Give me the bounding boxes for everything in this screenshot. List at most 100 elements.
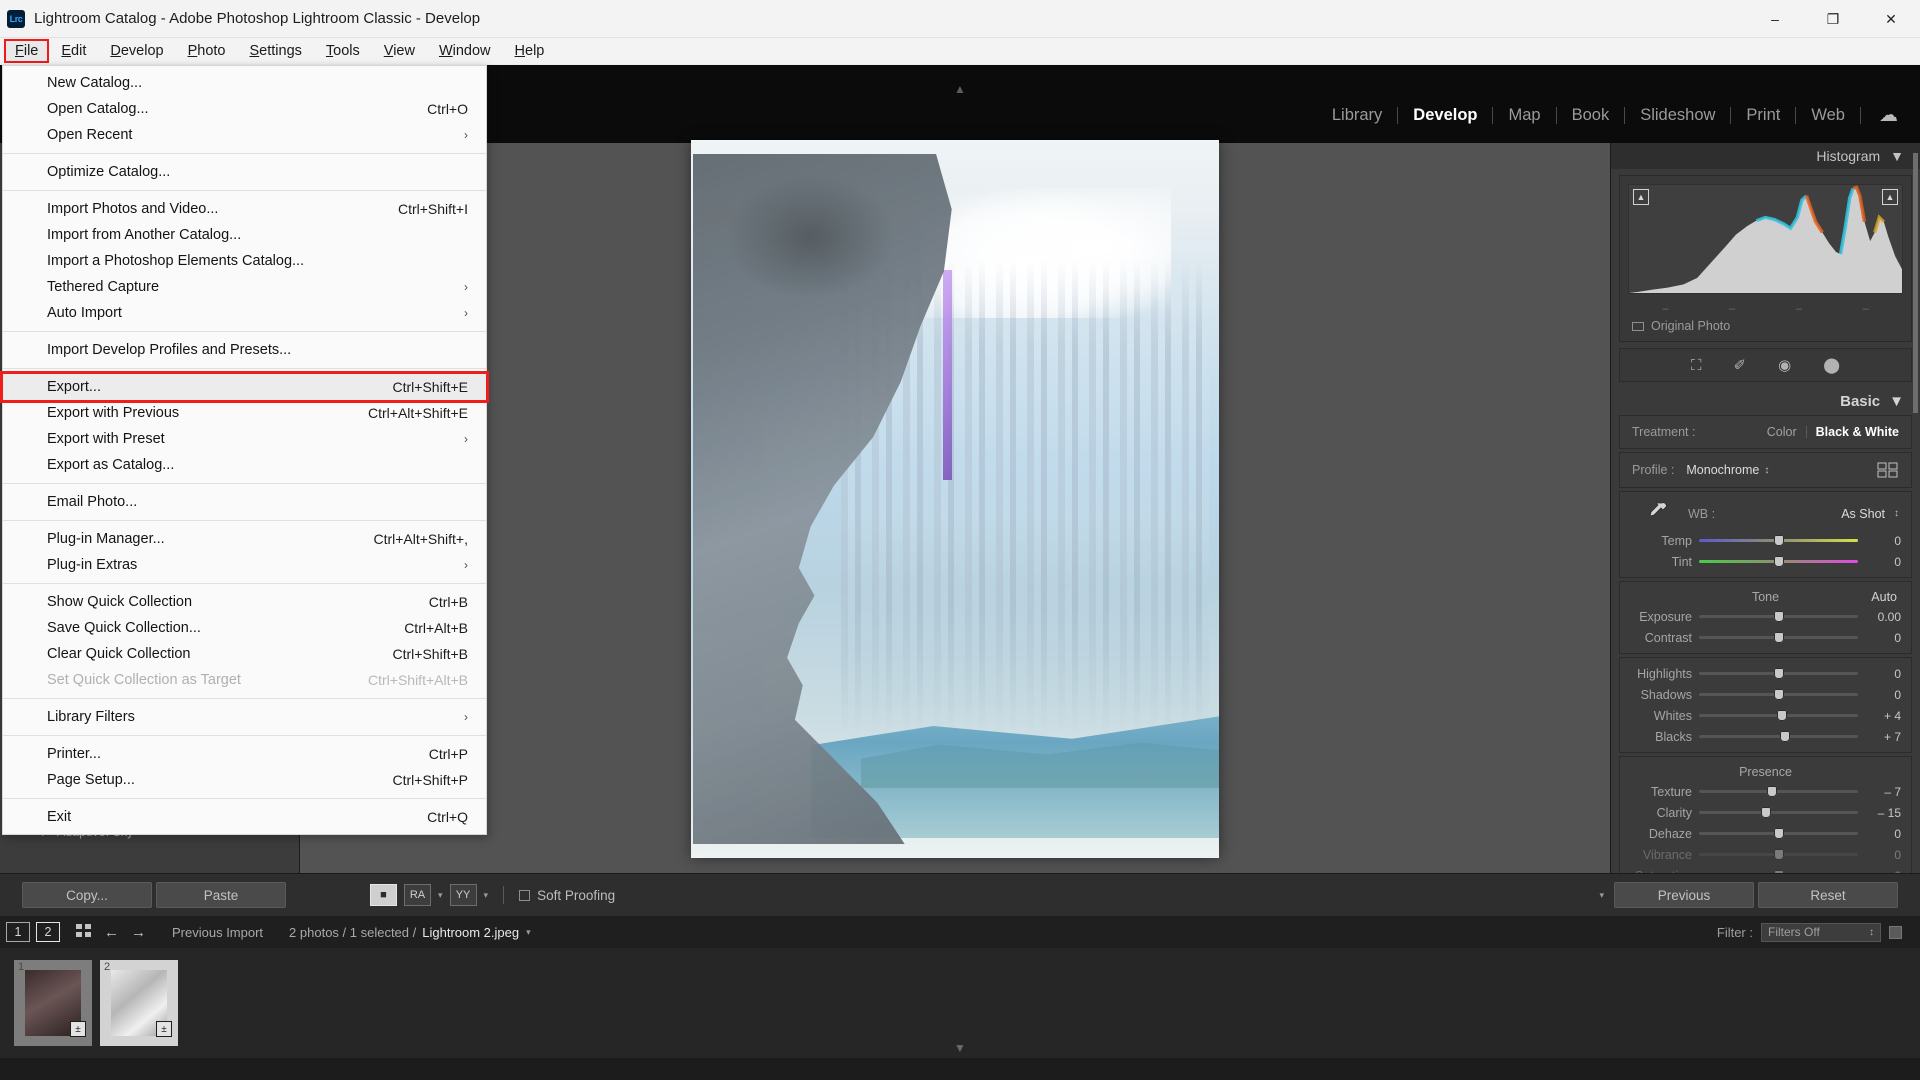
paste-button[interactable]: Paste: [156, 882, 286, 908]
toolbar-caret-icon[interactable]: ▾: [1599, 890, 1604, 901]
file-menu-item-plug-in-manager[interactable]: Plug-in Manager... Ctrl+Alt+Shift+,: [3, 526, 486, 552]
crop-tool-icon[interactable]: ⛶: [1691, 357, 1702, 374]
menu-view[interactable]: View: [372, 40, 427, 62]
wb-stepper-icon[interactable]: ↕: [1894, 508, 1899, 519]
chevron-down-icon[interactable]: ▼: [1890, 148, 1904, 164]
filename-caret-icon[interactable]: ▾: [526, 927, 531, 938]
top-panel-collapse-arrow[interactable]: ▲: [954, 82, 966, 96]
menu-tools[interactable]: Tools: [314, 40, 372, 62]
before-after-split-icon[interactable]: YY: [449, 884, 477, 906]
soft-proofing-label[interactable]: Soft Proofing: [537, 888, 615, 903]
profile-browser-icon[interactable]: [1877, 462, 1899, 478]
module-web[interactable]: Web: [1796, 106, 1860, 125]
before-after-caret-icon[interactable]: ▾: [438, 890, 443, 901]
file-menu-item-email-photo[interactable]: Email Photo...: [3, 489, 486, 515]
slider-knob-exposure[interactable]: [1773, 611, 1784, 622]
file-menu-item-tethered-capture[interactable]: Tethered Capture ›: [3, 274, 486, 300]
slider-knob-temp[interactable]: [1773, 535, 1784, 546]
filmstrip-thumbnail[interactable]: 1 ±: [14, 960, 92, 1046]
slider-knob-contrast[interactable]: [1773, 632, 1784, 643]
slider-track-shadows[interactable]: [1699, 689, 1858, 700]
slider-value-clarity[interactable]: – 15: [1865, 806, 1901, 820]
menu-window[interactable]: Window: [427, 40, 503, 62]
file-menu-item-export-with-preset[interactable]: Export with Preset ›: [3, 426, 486, 452]
slider-knob-whites[interactable]: [1776, 710, 1787, 721]
slider-value-temp[interactable]: 0: [1865, 534, 1901, 548]
menu-edit[interactable]: Edit: [49, 40, 98, 62]
slider-knob-highlights[interactable]: [1773, 668, 1784, 679]
slider-knob-vibrance[interactable]: [1773, 849, 1784, 860]
minimize-button[interactable]: –: [1746, 0, 1804, 38]
slider-knob-blacks[interactable]: [1779, 731, 1790, 742]
file-menu-item-library-filters[interactable]: Library Filters ›: [3, 704, 486, 730]
next-photo-icon[interactable]: →: [131, 924, 146, 941]
original-photo-checkbox-icon[interactable]: [1632, 321, 1644, 331]
slider-value-shadows[interactable]: 0: [1865, 688, 1901, 702]
slider-value-blacks[interactable]: + 7: [1865, 730, 1901, 744]
menu-photo[interactable]: Photo: [176, 40, 238, 62]
soft-proofing-checkbox[interactable]: [519, 889, 531, 901]
file-menu-item-show-quick-collection[interactable]: Show Quick Collection Ctrl+B: [3, 589, 486, 615]
maximize-button[interactable]: ❐: [1804, 0, 1862, 38]
source-label[interactable]: Previous Import: [172, 925, 263, 940]
module-develop[interactable]: Develop: [1398, 106, 1492, 125]
file-menu-item-plug-in-extras[interactable]: Plug-in Extras ›: [3, 552, 486, 578]
menu-help[interactable]: Help: [503, 40, 557, 62]
slider-track-dehaze[interactable]: [1699, 828, 1858, 839]
white-balance-eyedropper-icon[interactable]: [1632, 501, 1668, 526]
slider-value-texture[interactable]: – 7: [1865, 785, 1901, 799]
wb-value[interactable]: As Shot: [1841, 507, 1885, 521]
file-menu-item-open-recent[interactable]: Open Recent ›: [3, 122, 486, 148]
current-filename[interactable]: Lightroom 2.jpeg: [422, 925, 519, 940]
file-menu-item-export-as-catalog[interactable]: Export as Catalog...: [3, 452, 486, 478]
file-menu-item-optimize-catalog[interactable]: Optimize Catalog...: [3, 159, 486, 185]
filter-toggle-icon[interactable]: [1889, 925, 1902, 939]
profile-stepper-icon[interactable]: ↕: [1764, 465, 1769, 476]
slider-value-exposure[interactable]: 0.00: [1865, 610, 1901, 624]
slider-track-tint[interactable]: [1699, 556, 1858, 567]
file-menu-item-import-from-another-catalog[interactable]: Import from Another Catalog...: [3, 222, 486, 248]
grid-view-icon[interactable]: [76, 923, 92, 941]
module-library[interactable]: Library: [1317, 106, 1397, 125]
slider-value-whites[interactable]: + 4: [1865, 709, 1901, 723]
slider-track-contrast[interactable]: [1699, 632, 1858, 643]
red-eye-icon[interactable]: ◉: [1778, 356, 1791, 374]
original-photo-toggle[interactable]: Original Photo: [1620, 315, 1911, 341]
develop-settings-badge-icon[interactable]: ±: [156, 1021, 172, 1037]
slider-knob-shadows[interactable]: [1773, 689, 1784, 700]
auto-tone-button[interactable]: Auto: [1871, 590, 1897, 604]
slider-knob-texture[interactable]: [1767, 786, 1778, 797]
previous-button[interactable]: Previous: [1614, 882, 1754, 908]
file-menu-item-page-setup[interactable]: Page Setup... Ctrl+Shift+P: [3, 767, 486, 793]
file-menu-item-save-quick-collection[interactable]: Save Quick Collection... Ctrl+Alt+B: [3, 615, 486, 641]
spot-removal-icon[interactable]: ✐: [1734, 356, 1747, 374]
module-book[interactable]: Book: [1557, 106, 1625, 125]
slider-track-vibrance[interactable]: [1699, 849, 1858, 860]
before-after-view-icon[interactable]: RA: [404, 884, 431, 906]
image-stage[interactable]: [300, 140, 1610, 873]
slider-track-clarity[interactable]: [1699, 807, 1858, 818]
filmstrip-thumbnail[interactable]: 2 ±: [100, 960, 178, 1046]
treatment-option-color[interactable]: Color: [1767, 425, 1797, 439]
filmstrip-collapse-arrow[interactable]: ▼: [954, 1041, 966, 1055]
menu-file[interactable]: File: [3, 39, 50, 63]
file-menu-item-import-develop-profiles-and-presets[interactable]: Import Develop Profiles and Presets...: [3, 337, 486, 363]
copy-button[interactable]: Copy...: [22, 882, 152, 908]
right-panel-scrollbar[interactable]: [1913, 153, 1918, 413]
page-indicator-1[interactable]: 1: [6, 922, 30, 942]
develop-settings-badge-icon[interactable]: ±: [70, 1021, 86, 1037]
slider-track-exposure[interactable]: [1699, 611, 1858, 622]
slider-knob-dehaze[interactable]: [1773, 828, 1784, 839]
slider-track-blacks[interactable]: [1699, 731, 1858, 742]
filter-select[interactable]: Filters Off ↕: [1761, 922, 1881, 942]
single-view-icon[interactable]: ■: [370, 884, 397, 906]
module-print[interactable]: Print: [1731, 106, 1795, 125]
slider-value-highlights[interactable]: 0: [1865, 667, 1901, 681]
slider-value-dehaze[interactable]: 0: [1865, 827, 1901, 841]
chevron-down-icon[interactable]: ▼: [1889, 393, 1904, 410]
file-menu-item-export-with-previous[interactable]: Export with Previous Ctrl+Alt+Shift+E: [3, 400, 486, 426]
slider-track-whites[interactable]: [1699, 710, 1858, 721]
file-menu-item-new-catalog[interactable]: New Catalog...: [3, 70, 486, 96]
module-map[interactable]: Map: [1493, 106, 1555, 125]
menu-settings[interactable]: Settings: [238, 40, 314, 62]
